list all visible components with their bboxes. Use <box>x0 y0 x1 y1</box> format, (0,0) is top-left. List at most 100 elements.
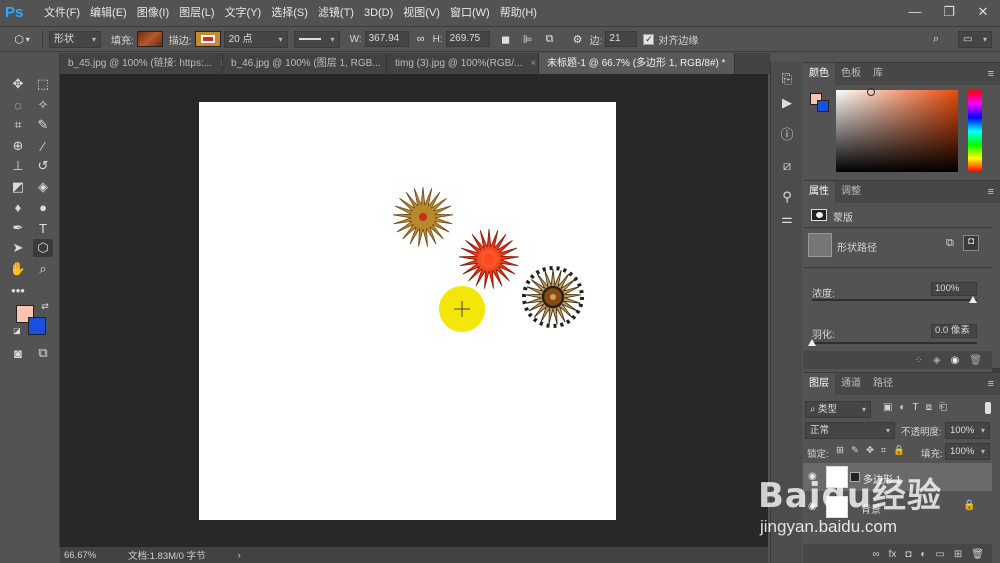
link-icon[interactable]: ∞ <box>413 31 429 47</box>
history-brush-tool-icon[interactable]: ↺ <box>33 157 53 175</box>
default-colors-icon[interactable]: ◪ <box>12 325 22 335</box>
starburst-shape-gold[interactable] <box>393 186 453 247</box>
tab-layers[interactable]: 图层 <box>803 373 835 395</box>
tab-b45[interactable]: b_45.jpg @ 100% (链接: https:...× <box>60 53 223 74</box>
lock-pixels-icon[interactable]: ✎ <box>851 445 859 456</box>
starburst-shape-selected[interactable] <box>522 266 584 328</box>
document-canvas[interactable] <box>199 102 616 520</box>
eye-icon[interactable]: ◉ <box>808 471 817 482</box>
apply-mask-icon[interactable]: ◈ <box>933 355 941 366</box>
lock-artboard-icon[interactable]: ⌗ <box>881 445 886 456</box>
gear-icon[interactable]: ⚙ <box>570 31 586 47</box>
panel-menu-icon[interactable]: ≡ <box>988 68 994 80</box>
move-tool-icon[interactable]: ✥ <box>8 75 28 93</box>
blend-mode-select[interactable]: 正常 ▾ <box>805 422 895 439</box>
eyedropper-tool-icon[interactable]: ✎ <box>33 116 53 134</box>
menu-window[interactable]: 窗口(W) <box>445 0 495 26</box>
swap-colors-icon[interactable]: ⇄ <box>40 301 50 311</box>
layer-filter-select[interactable]: ⌕ 类型 ▾ <box>805 401 871 418</box>
menu-help[interactable]: 帮助(H) <box>495 0 542 26</box>
align-edges-checkbox[interactable]: ✓ <box>643 33 655 45</box>
layer-row[interactable]: ◉ 多边形 1 <box>803 463 992 491</box>
stroke-swatch[interactable] <box>194 31 221 47</box>
paths-panel-icon[interactable]: ⧄ <box>777 157 797 175</box>
pen-tool-icon[interactable]: ✒ <box>8 219 28 237</box>
paint-bucket-tool-icon[interactable]: ◈ <box>33 178 53 196</box>
path-alignment-icon[interactable]: ⊫ <box>520 31 536 47</box>
tab-close-icon[interactable]: × <box>530 53 536 74</box>
hue-slider[interactable] <box>968 90 982 172</box>
new-layer-icon[interactable]: ⊞ <box>954 549 962 560</box>
polygon-tool-icon[interactable]: ⬡ <box>33 239 53 257</box>
healing-brush-tool-icon[interactable]: ⊕ <box>8 137 28 155</box>
lock-position-icon[interactable]: ✥ <box>866 445 874 456</box>
smart-object-filter-icon[interactable]: ⎗ <box>939 402 947 413</box>
new-group-icon[interactable]: ▭ <box>935 549 944 560</box>
lock-transparent-icon[interactable]: ⊞ <box>836 445 844 456</box>
lasso-tool-icon[interactable]: ◌ <box>8 96 28 114</box>
menu-select[interactable]: 选择(S) <box>266 0 313 26</box>
tab-color[interactable]: 颜色 <box>803 63 835 85</box>
adjustments-sliders-icon[interactable]: ⚌ <box>777 210 797 228</box>
density-slider[interactable] <box>812 299 977 301</box>
fill-opacity-field[interactable]: 100% ▾ <box>945 443 990 460</box>
actions-play-icon[interactable]: ▶ <box>777 94 797 112</box>
menu-view[interactable]: 视图(V) <box>398 0 445 26</box>
eye-icon[interactable]: ◉ <box>951 355 960 366</box>
brush-tool-icon[interactable]: ⁄ <box>33 137 53 155</box>
path-arrangement-icon[interactable]: ⧉ <box>542 31 558 47</box>
search-icon[interactable]: ⌕ <box>928 31 944 47</box>
panel-menu-icon[interactable]: ≡ <box>988 378 994 390</box>
eraser-tool-icon[interactable]: ◩ <box>8 178 28 196</box>
more-tools-icon[interactable]: ••• <box>8 281 28 299</box>
menu-type[interactable]: 文字(Y) <box>220 0 267 26</box>
tab-close-icon[interactable]: × <box>734 53 735 74</box>
marquee-tool-icon[interactable]: ⬚ <box>33 75 53 93</box>
minimize-icon[interactable]: — <box>898 0 932 26</box>
link-layers-icon[interactable]: ∞ <box>872 549 879 560</box>
brush-settings-icon[interactable]: ⚲ <box>777 188 797 206</box>
close-icon[interactable]: ✕ <box>966 0 1000 26</box>
vector-mask-icon[interactable]: ◘ <box>963 235 979 251</box>
blur-tool-icon[interactable]: ♦ <box>8 198 28 216</box>
stroke-type-select[interactable]: ▾ <box>293 30 340 48</box>
feather-slider[interactable] <box>812 342 977 344</box>
restore-icon[interactable]: ❐ <box>932 0 966 26</box>
polygon-tool-preset-icon[interactable]: ⬡ ▾ <box>8 31 36 47</box>
width-field[interactable]: 367.94 <box>364 31 409 47</box>
tab-properties[interactable]: 属性 <box>803 181 835 203</box>
screen-mode-icon[interactable]: ⧉ <box>33 344 53 362</box>
feather-field[interactable]: 0.0 像素 <box>931 324 977 338</box>
tab-adjustments[interactable]: 调整 <box>835 181 867 203</box>
menu-3d[interactable]: 3D(D) <box>359 0 398 26</box>
layer-style-icon[interactable]: fx <box>889 549 897 560</box>
opacity-field[interactable]: 100% ▾ <box>945 422 990 439</box>
menu-image[interactable]: 图像(I) <box>132 0 174 26</box>
starburst-shape-red[interactable] <box>459 228 519 289</box>
crop-tool-icon[interactable]: ⌗ <box>8 116 28 134</box>
status-menu-arrow-icon[interactable]: › <box>238 550 241 561</box>
tool-mode-select[interactable]: 形状 ▾ <box>49 30 101 48</box>
density-field[interactable]: 100% <box>931 282 977 296</box>
tab-untitled-1[interactable]: 未标题-1 @ 66.7% (多边形 1, RGB/8#) * × <box>539 53 735 74</box>
quick-mask-icon[interactable]: ◙ <box>8 344 28 362</box>
sides-field[interactable]: 21 <box>605 31 638 47</box>
zoom-level[interactable]: 66.67% <box>64 550 120 561</box>
height-field[interactable]: 269.75 <box>445 31 490 47</box>
tab-channels[interactable]: 通道 <box>835 373 867 395</box>
type-tool-icon[interactable]: T <box>33 219 53 237</box>
dodge-tool-icon[interactable]: ● <box>33 198 53 216</box>
density-slider-handle[interactable] <box>969 296 977 303</box>
color-field[interactable] <box>836 88 958 172</box>
trash-icon[interactable]: 🗑 <box>969 355 982 366</box>
filter-toggle[interactable] <box>985 402 991 414</box>
adjustment-filter-icon[interactable]: ◐ <box>899 402 905 413</box>
color-panel-background-swatch[interactable] <box>817 100 829 112</box>
tab-timg3[interactable]: timg (3).jpg @ 100%(RGB/... × <box>387 53 539 74</box>
zoom-tool-icon[interactable]: ⌕ <box>33 260 53 278</box>
type-filter-icon[interactable]: T <box>913 402 919 413</box>
menu-filter[interactable]: 滤镜(T) <box>313 0 359 26</box>
panel-menu-icon[interactable]: ≡ <box>988 186 994 198</box>
tab-swatches[interactable]: 色板 <box>835 63 867 85</box>
path-selection-tool-icon[interactable]: ➤ <box>8 239 28 257</box>
